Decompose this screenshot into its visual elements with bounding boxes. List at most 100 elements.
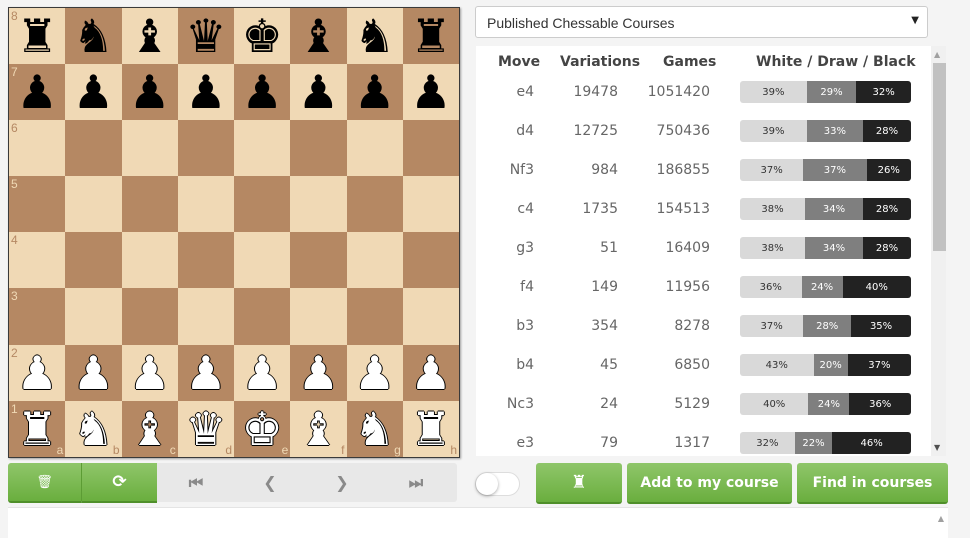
black-knight-icon[interactable]: ♞ bbox=[73, 13, 114, 59]
first-move-button[interactable]: ⏮ bbox=[160, 463, 232, 502]
find-in-courses-button[interactable]: Find in courses bbox=[797, 463, 948, 504]
square-f1[interactable]: f ♝ bbox=[290, 400, 347, 457]
square-c7[interactable]: ♟ bbox=[121, 64, 178, 121]
square-h4[interactable] bbox=[402, 232, 459, 289]
square-g2[interactable]: ♟ bbox=[346, 344, 403, 401]
square-b4[interactable] bbox=[65, 232, 122, 289]
chessboard[interactable]: 8 ♜ ♞ ♝ ♛ ♚ ♝ ♞ ♜ 7 ♟ ♟ ♟ ♟ ♟ ♟ ♟ ♟ 6 5 4 3 2 ♟ ♟ ♟ ♟ ♟ ♟ ♟ ♟ 1 a ♜ b ♞ c ♝ d ♛… bbox=[8, 7, 460, 458]
square-d2[interactable]: ♟ bbox=[177, 344, 234, 401]
square-a7[interactable]: 7 ♟ bbox=[9, 64, 66, 121]
black-knight-icon[interactable]: ♞ bbox=[354, 13, 395, 59]
square-c1[interactable]: c ♝ bbox=[121, 400, 178, 457]
square-d6[interactable] bbox=[177, 120, 234, 177]
white-pawn-icon[interactable]: ♟ bbox=[129, 350, 170, 396]
square-a4[interactable]: 4 bbox=[9, 232, 66, 289]
black-pawn-icon[interactable]: ♟ bbox=[185, 69, 226, 115]
black-pawn-icon[interactable]: ♟ bbox=[73, 69, 114, 115]
black-bishop-icon[interactable]: ♝ bbox=[298, 13, 339, 59]
white-knight-icon[interactable]: ♞ bbox=[73, 406, 114, 452]
square-e2[interactable]: ♟ bbox=[234, 344, 291, 401]
square-b5[interactable] bbox=[65, 176, 122, 233]
square-b2[interactable]: ♟ bbox=[65, 344, 122, 401]
scroll-up-icon[interactable]: ▲ bbox=[938, 514, 944, 523]
square-b8[interactable]: ♞ bbox=[65, 8, 122, 65]
white-pawn-icon[interactable]: ♟ bbox=[298, 350, 339, 396]
black-pawn-icon[interactable]: ♟ bbox=[129, 69, 170, 115]
square-c8[interactable]: ♝ bbox=[121, 8, 178, 65]
square-f8[interactable]: ♝ bbox=[290, 8, 347, 65]
toggle-switch[interactable] bbox=[475, 472, 520, 496]
square-e4[interactable] bbox=[234, 232, 291, 289]
black-pawn-icon[interactable]: ♟ bbox=[242, 69, 283, 115]
white-queen-icon[interactable]: ♛ bbox=[185, 406, 226, 452]
table-row[interactable]: c4 1735 154513 38% 34% 28% bbox=[476, 198, 931, 222]
table-row[interactable]: b4 45 6850 43% 20% 37% bbox=[476, 354, 931, 378]
square-h8[interactable]: ♜ bbox=[402, 8, 459, 65]
square-a5[interactable]: 5 bbox=[9, 176, 66, 233]
square-e1[interactable]: e ♚ bbox=[234, 400, 291, 457]
square-a6[interactable]: 6 bbox=[9, 120, 66, 177]
square-a1[interactable]: 1 a ♜ bbox=[9, 400, 66, 457]
square-d7[interactable]: ♟ bbox=[177, 64, 234, 121]
black-rook-icon[interactable]: ♜ bbox=[410, 13, 451, 59]
square-g4[interactable] bbox=[346, 232, 403, 289]
scroll-up-icon[interactable]: ▲ bbox=[934, 50, 940, 59]
white-knight-icon[interactable]: ♞ bbox=[354, 406, 395, 452]
square-f4[interactable] bbox=[290, 232, 347, 289]
white-pawn-icon[interactable]: ♟ bbox=[185, 350, 226, 396]
square-b6[interactable] bbox=[65, 120, 122, 177]
square-c5[interactable] bbox=[121, 176, 178, 233]
table-row[interactable]: f4 149 11956 36% 24% 40% bbox=[476, 276, 931, 300]
square-f2[interactable]: ♟ bbox=[290, 344, 347, 401]
black-queen-icon[interactable]: ♛ bbox=[185, 13, 226, 59]
table-row[interactable]: Nc3 24 5129 40% 24% 36% bbox=[476, 393, 931, 417]
white-rook-icon[interactable]: ♜ bbox=[410, 406, 451, 452]
square-c6[interactable] bbox=[121, 120, 178, 177]
square-a8[interactable]: 8 ♜ bbox=[9, 8, 66, 65]
black-pawn-icon[interactable]: ♟ bbox=[17, 69, 58, 115]
white-bishop-icon[interactable]: ♝ bbox=[129, 406, 170, 452]
table-row[interactable]: e4 19478 1051420 39% 29% 32% bbox=[476, 81, 931, 105]
square-h1[interactable]: h ♜ bbox=[402, 400, 459, 457]
black-king-icon[interactable]: ♚ bbox=[242, 13, 283, 59]
square-a3[interactable]: 3 bbox=[9, 288, 66, 345]
square-b3[interactable] bbox=[65, 288, 122, 345]
square-h7[interactable]: ♟ bbox=[402, 64, 459, 121]
square-c3[interactable] bbox=[121, 288, 178, 345]
white-rook-icon[interactable]: ♜ bbox=[17, 406, 58, 452]
square-e5[interactable] bbox=[234, 176, 291, 233]
table-row[interactable]: b3 354 8278 37% 28% 35% bbox=[476, 315, 931, 339]
black-rook-icon[interactable]: ♜ bbox=[17, 13, 58, 59]
square-b7[interactable]: ♟ bbox=[65, 64, 122, 121]
square-f7[interactable]: ♟ bbox=[290, 64, 347, 121]
square-g5[interactable] bbox=[346, 176, 403, 233]
black-pawn-icon[interactable]: ♟ bbox=[410, 69, 451, 115]
square-e3[interactable] bbox=[234, 288, 291, 345]
black-pawn-icon[interactable]: ♟ bbox=[354, 69, 395, 115]
square-e8[interactable]: ♚ bbox=[234, 8, 291, 65]
square-d1[interactable]: d ♛ bbox=[177, 400, 234, 457]
square-a2[interactable]: 2 ♟ bbox=[9, 344, 66, 401]
last-move-button[interactable]: ⏭ bbox=[380, 463, 452, 502]
square-g1[interactable]: g ♞ bbox=[346, 400, 403, 457]
square-b1[interactable]: b ♞ bbox=[65, 400, 122, 457]
square-g3[interactable] bbox=[346, 288, 403, 345]
scroll-down-icon[interactable]: ▼ bbox=[934, 443, 940, 452]
clear-board-button[interactable]: 🗑 bbox=[8, 463, 82, 503]
square-e7[interactable]: ♟ bbox=[234, 64, 291, 121]
white-pawn-icon[interactable]: ♟ bbox=[410, 350, 451, 396]
previous-move-button[interactable]: ❮ bbox=[234, 463, 306, 502]
white-pawn-icon[interactable]: ♟ bbox=[242, 350, 283, 396]
square-d4[interactable] bbox=[177, 232, 234, 289]
table-row[interactable]: g3 51 16409 38% 34% 28% bbox=[476, 237, 931, 261]
table-row[interactable]: d4 12725 750436 39% 33% 28% bbox=[476, 120, 931, 144]
square-h6[interactable] bbox=[402, 120, 459, 177]
square-g8[interactable]: ♞ bbox=[346, 8, 403, 65]
database-select[interactable]: Published Chessable Courses ▼ bbox=[475, 6, 928, 38]
square-d8[interactable]: ♛ bbox=[177, 8, 234, 65]
square-f3[interactable] bbox=[290, 288, 347, 345]
white-pawn-icon[interactable]: ♟ bbox=[354, 350, 395, 396]
white-bishop-icon[interactable]: ♝ bbox=[298, 406, 339, 452]
square-c4[interactable] bbox=[121, 232, 178, 289]
black-pawn-icon[interactable]: ♟ bbox=[298, 69, 339, 115]
